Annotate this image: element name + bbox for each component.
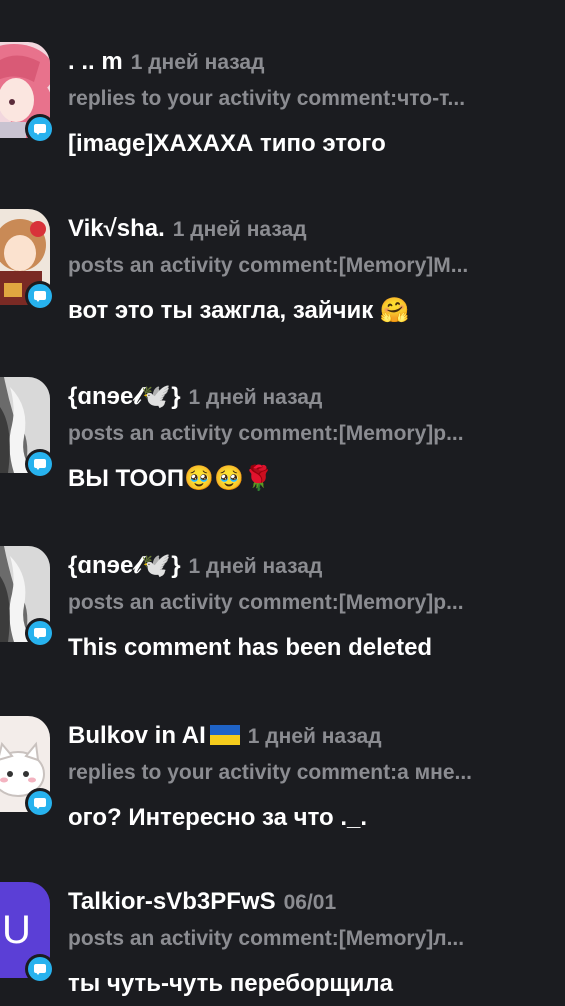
comment-badge-icon: [25, 954, 55, 984]
notification-item[interactable]: {ɑnɘe𝓁🕊️} 1 дней назад posts an activity …: [0, 377, 565, 527]
username[interactable]: {ɑnɘe𝓁🕊️}: [68, 552, 181, 579]
username[interactable]: Talkior-sVb3PFwS: [68, 888, 276, 915]
timestamp: 1 дней назад: [188, 555, 323, 578]
comment-badge-icon: [25, 618, 55, 648]
activity-description[interactable]: posts an activity comment:[Memory]р...: [68, 588, 518, 618]
activity-description[interactable]: replies to your activity comment:что-т..…: [68, 84, 518, 114]
timestamp: 1 дней назад: [188, 386, 323, 409]
comment-badge-icon: [25, 281, 55, 311]
notification-item[interactable]: U Talkior-sVb3PFwS 06/01 posts an activit…: [0, 882, 565, 1006]
notification-item[interactable]: Vik√sha. 1 дней назад posts an activity c…: [0, 209, 565, 359]
ukraine-flag-icon: [209, 725, 240, 745]
username[interactable]: . .. m: [68, 48, 123, 75]
timestamp: 06/01: [283, 891, 337, 914]
comment-text[interactable]: ты чуть-чуть переборщила: [68, 966, 558, 1002]
comment-badge-icon: [25, 449, 55, 479]
activity-description[interactable]: posts an activity comment:[Memory]М...: [68, 251, 518, 281]
comment-text[interactable]: ВЫ ТООП🥹🥹🌹: [68, 461, 558, 497]
activity-description[interactable]: posts an activity comment:[Memory]р...: [68, 419, 518, 449]
comment-text[interactable]: вот это ты зажгла, зайчик 🤗: [68, 293, 558, 329]
timestamp: 1 дней назад: [130, 51, 265, 74]
username[interactable]: Vik√sha.: [68, 215, 165, 242]
comment-text[interactable]: [image]ХАХАХА типо этого: [68, 126, 558, 162]
comment-text[interactable]: This comment has been deleted: [68, 630, 558, 666]
activity-description[interactable]: posts an activity comment:[Memory]л...: [68, 924, 518, 954]
activity-description[interactable]: replies to your activity comment:а мне..…: [68, 758, 518, 788]
comment-text[interactable]: ого? Интересно за что ._.: [68, 800, 558, 836]
timestamp: 1 дней назад: [172, 218, 307, 241]
username[interactable]: Bulkov in AI: [68, 722, 206, 749]
username[interactable]: {ɑnɘe𝓁🕊️}: [68, 383, 181, 410]
notifications-feed: . .. m 1 дней назад replies to your activ…: [0, 0, 565, 1006]
comment-badge-icon: [25, 788, 55, 818]
notification-item[interactable]: Bulkov in AI 1 дней назад replies to your…: [0, 716, 565, 866]
notification-item[interactable]: {ɑnɘe𝓁🕊️} 1 дней назад posts an activity …: [0, 546, 565, 696]
notification-item[interactable]: . .. m 1 дней назад replies to your activ…: [0, 42, 565, 192]
comment-badge-icon: [25, 114, 55, 144]
timestamp: 1 дней назад: [247, 725, 382, 748]
